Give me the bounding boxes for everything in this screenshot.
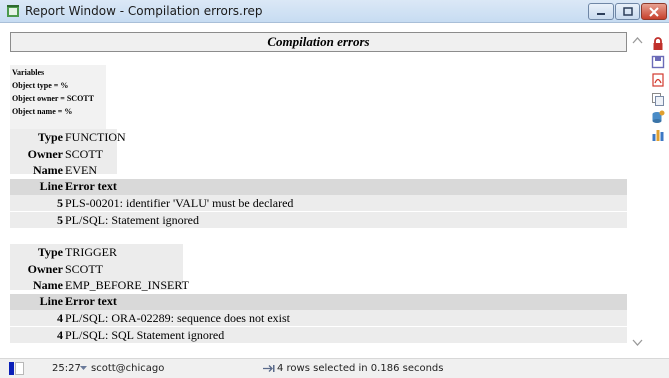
chevron-down-icon[interactable]	[632, 337, 643, 348]
database-icon[interactable]	[651, 110, 665, 124]
close-icon	[649, 6, 659, 17]
close-button[interactable]	[641, 3, 667, 20]
vertical-scrollbar[interactable]	[629, 31, 646, 351]
object-2-error-1-text: PL/SQL: ORA-02289: sequence does not exi…	[65, 311, 290, 325]
object-2-name-value: EMP_BEFORE_INSERT	[65, 278, 189, 292]
window-titlebar[interactable]: Report Window - Compilation errors.rep	[0, 0, 669, 23]
status-indicator-frame	[15, 362, 24, 375]
save-icon[interactable]	[651, 55, 665, 69]
object-1-name-label: Name	[33, 163, 63, 177]
object-1-type-value: FUNCTION	[65, 130, 126, 144]
object-2-name-label: Name	[33, 278, 63, 292]
maximize-button[interactable]	[615, 3, 640, 20]
variables-heading: Variables	[12, 68, 45, 77]
status-message: 4 rows selected in 0.186 seconds	[277, 363, 444, 374]
object-2-error-2-text: PL/SQL: SQL Statement ignored	[65, 328, 225, 342]
object-1-error-1-text: PLS-00201: identifier 'VALU' must be dec…	[65, 196, 294, 210]
object-1-owner-label: Owner	[27, 147, 63, 161]
minimize-icon	[597, 12, 605, 15]
object-2-error-1-line: 4	[57, 311, 63, 325]
lock-icon[interactable]	[651, 37, 665, 51]
object-1-error-1-line: 5	[57, 196, 63, 210]
object-2-owner-value: SCOTT	[65, 262, 104, 276]
object-1-error-text-header: Error text	[65, 179, 117, 193]
connection-name[interactable]: scott@chicago	[91, 363, 164, 374]
variable-object-name: Object name = %	[12, 107, 73, 116]
variable-object-type: Object type = %	[12, 81, 69, 90]
object-2-error-2-line: 4	[57, 328, 63, 342]
object-2-error-text-header: Error text	[65, 294, 117, 308]
object-2-owner-label: Owner	[27, 262, 63, 276]
chevron-up-icon[interactable]	[632, 35, 643, 46]
cursor-position: 25:27	[52, 363, 81, 374]
copy-icon[interactable]	[651, 92, 665, 106]
report-window-icon	[7, 5, 19, 17]
dropdown-arrow-icon[interactable]	[80, 366, 87, 371]
object-1-name-value: EVEN	[65, 163, 97, 177]
bar-chart-icon[interactable]	[651, 128, 665, 142]
object-1-error-2-line: 5	[57, 213, 63, 227]
variable-object-owner: Object owner = SCOTT	[12, 94, 94, 103]
object-1-error-2-text: PL/SQL: Statement ignored	[65, 213, 199, 227]
object-2-type-value: TRIGGER	[65, 245, 117, 259]
object-2-type-label: Type	[37, 245, 63, 259]
status-bar: 25:27 scott@chicago 4 rows selected in 0…	[0, 358, 669, 378]
rows-icon	[263, 365, 275, 372]
object-1-line-header: Line	[39, 179, 63, 193]
object-2-line-header: Line	[39, 294, 63, 308]
object-1-owner-value: SCOTT	[65, 147, 104, 161]
minimize-button[interactable]	[588, 3, 614, 20]
status-indicator	[9, 362, 14, 375]
maximize-icon	[622, 7, 633, 16]
window-title: Report Window - Compilation errors.rep	[25, 4, 263, 18]
object-1-type-label: Type	[37, 130, 63, 144]
report-content: Compilation errors Variables Object type…	[9, 31, 629, 351]
pdf-icon[interactable]	[651, 73, 665, 87]
report-header: Compilation errors	[10, 32, 627, 52]
report-toolbar	[649, 31, 669, 351]
